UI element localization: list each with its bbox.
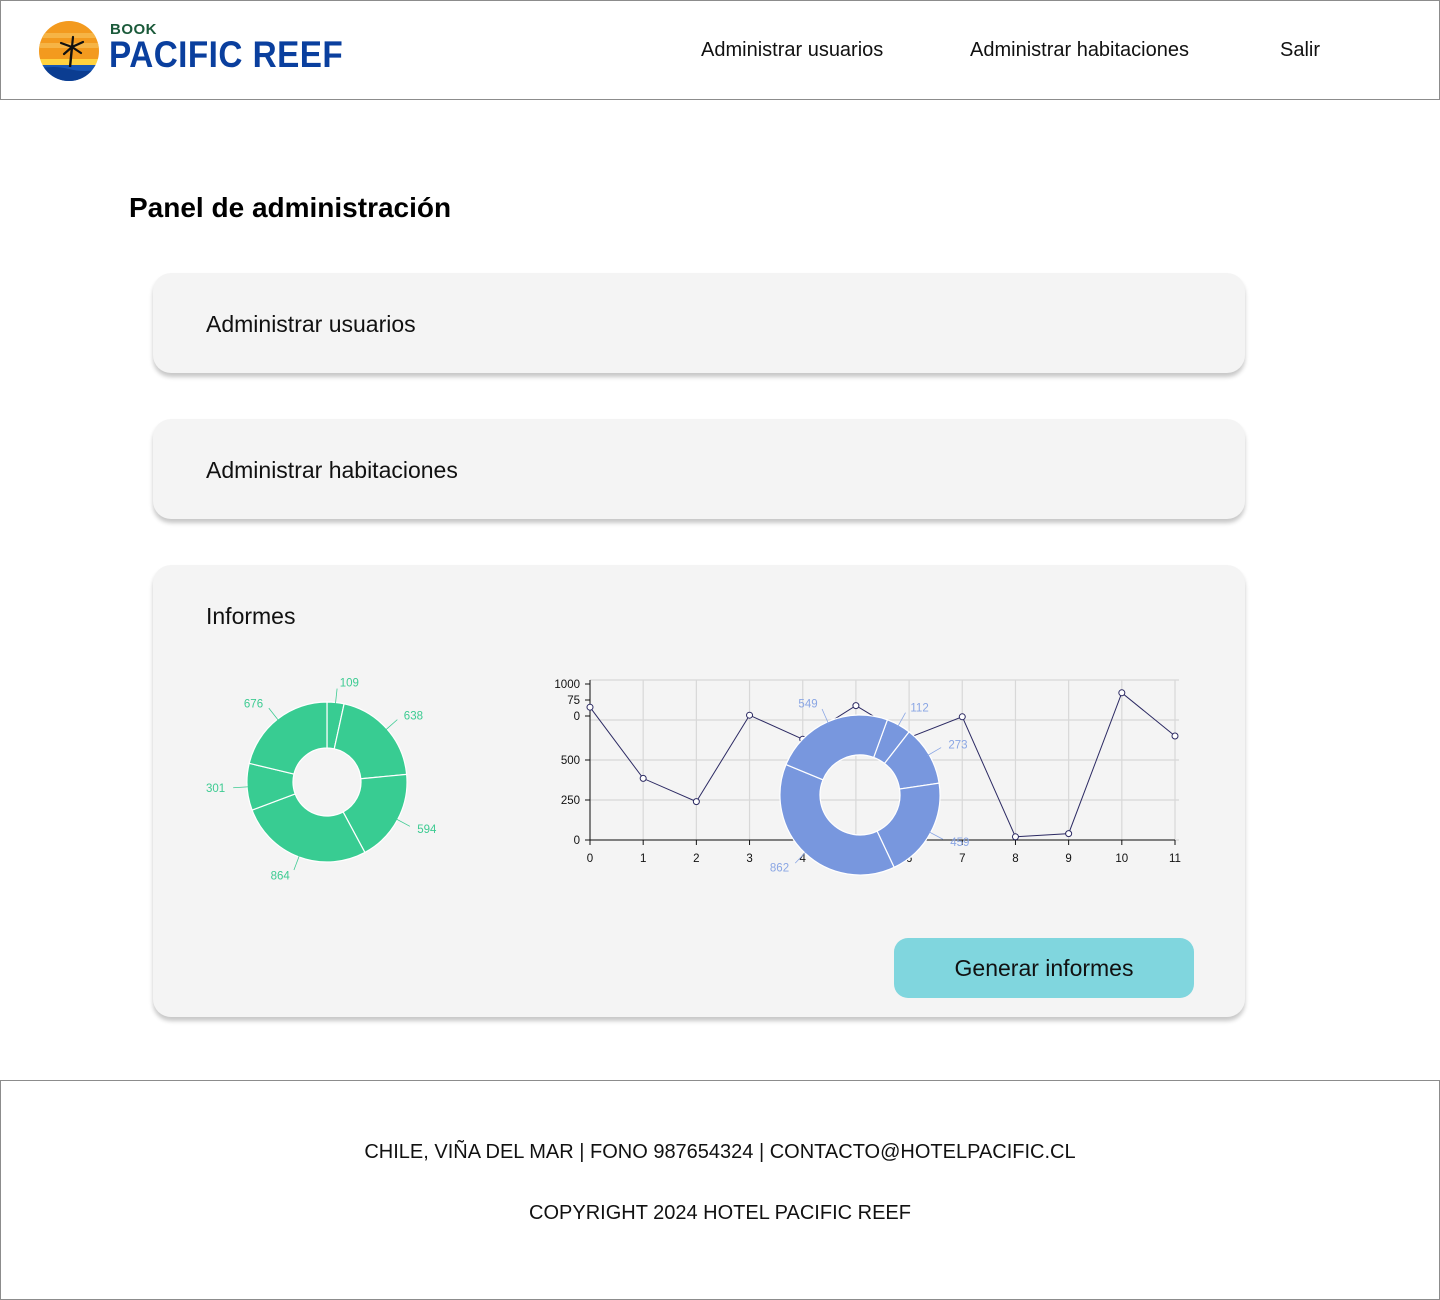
nav-administrar-habitaciones[interactable]: Administrar habitaciones [970, 39, 1189, 62]
donut-label-676: 676 [244, 698, 263, 710]
line-point-2 [692, 798, 700, 806]
donut-leader-676 [268, 707, 280, 721]
pacific-reef-logo[interactable]: BOOK PACIFIC REEF [37, 17, 343, 83]
x-tick-label-3: 3 [746, 853, 752, 865]
card-administrar-habitaciones[interactable]: Administrar habitaciones [153, 419, 1245, 519]
blue-donut-chart: 112 273 459 862 549 [770, 699, 969, 876]
footer: CHILE, VIÑA DEL MAR | FONO 987654324 | C… [0, 1080, 1440, 1300]
line-point-7 [958, 713, 966, 721]
donut-label-549: 549 [798, 699, 817, 711]
y-tick-label-2: 500 [561, 755, 580, 767]
y-tick-label-0: 0 [574, 835, 580, 847]
x-tick-label-10: 10 [1115, 853, 1128, 865]
page-title: Panel de administración [129, 192, 452, 223]
nav-salir[interactable]: Salir [1280, 39, 1320, 62]
card-users-label: Administrar usuarios [206, 311, 416, 337]
top-nav-bar: BOOK PACIFIC REEF Administrar usuarios A… [0, 0, 1440, 100]
sunset-palm-icon [39, 21, 99, 81]
x-tick-label-8: 8 [1012, 853, 1018, 865]
line-series [589, 691, 1176, 838]
x-tick-label-11: 11 [1169, 853, 1181, 865]
y-tick-label-5: 1000 [554, 679, 580, 691]
donut-label-273: 273 [948, 740, 967, 752]
donut-leader-459 [928, 831, 944, 840]
donut-leader-549 [821, 708, 829, 724]
donut-label-862: 862 [770, 862, 789, 874]
card-rooms-label: Administrar habitaciones [206, 457, 458, 483]
card-administrar-usuarios[interactable]: Administrar usuarios [153, 273, 1245, 373]
donut-slice-638 [333, 703, 408, 780]
line-point-11 [1171, 732, 1179, 740]
nav-administrar-usuarios[interactable]: Administrar usuarios [701, 39, 883, 62]
logo-brand-text: PACIFIC REEF [109, 34, 344, 75]
donut-label-459: 459 [950, 837, 969, 849]
donut-label-112: 112 [910, 702, 928, 714]
donut-label-594: 594 [417, 824, 437, 836]
line-point-1 [639, 774, 647, 782]
donut-label-864: 864 [271, 871, 291, 883]
donut-slice-676 [248, 701, 328, 775]
donut-slice-862 [779, 763, 895, 876]
x-tick-label-0: 0 [587, 853, 593, 865]
y-tick-label-1: 250 [561, 795, 580, 807]
generar-informes-button[interactable]: Generar informes [894, 938, 1194, 998]
x-tick-label-9: 9 [1065, 853, 1071, 865]
donut-leader-594 [395, 818, 411, 827]
x-tick-label-2: 2 [693, 853, 699, 865]
line-point-3 [746, 711, 754, 719]
footer-copyright: COPYRIGHT 2024 HOTEL PACIFIC REEF [529, 1202, 911, 1224]
donut-slice-549 [785, 714, 889, 781]
x-tick-label-1: 1 [640, 853, 646, 865]
donut-label-301: 301 [206, 783, 225, 795]
donut-label-638: 638 [404, 711, 423, 723]
green-donut-chart: 109 638 594 864 301 676 [206, 678, 437, 883]
y-tick-label-4: 75 [567, 695, 580, 707]
line-point-8 [1011, 833, 1019, 841]
donut-leader-638 [385, 719, 398, 731]
donut-leader-864 [293, 854, 300, 871]
y-tick-label-3: 0 [574, 711, 580, 723]
footer-contact: CHILE, VIÑA DEL MAR | FONO 987654324 | C… [364, 1141, 1076, 1163]
donut-leader-273 [927, 747, 942, 756]
x-tick-label-7: 7 [959, 853, 965, 865]
line-point-9 [1065, 830, 1073, 838]
line-point-10 [1118, 689, 1126, 697]
card-informes: Informes 109638594864301676 012345678910… [153, 565, 1245, 1017]
line-point-0 [586, 703, 594, 711]
card-reports-label: Informes [206, 603, 296, 629]
donut-label-109: 109 [340, 678, 359, 690]
line-point-5 [852, 702, 860, 710]
